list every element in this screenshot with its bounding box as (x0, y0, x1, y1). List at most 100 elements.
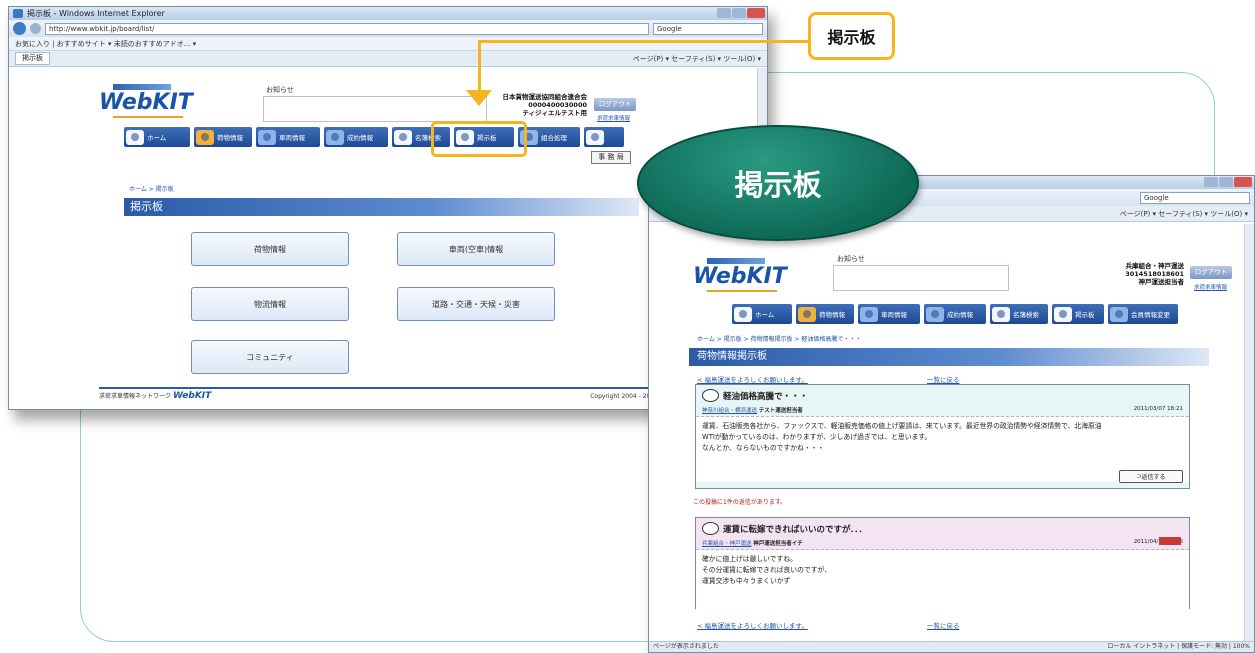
nav-directory[interactable]: 名簿検索 (990, 304, 1048, 324)
minimize-button[interactable] (717, 8, 731, 18)
forward-icon[interactable] (30, 23, 41, 34)
home-icon (126, 129, 144, 145)
reply-body: 確かに値上げは厳しいですね。 その分運賃に転嫁できれば良いのですが、 運賃交渉も… (696, 550, 1189, 610)
post-card: 軽油価格高騰で・・・ 神奈川組合・横浜運送 テスト運送担当者 2011/03/0… (695, 384, 1190, 489)
breadcrumb[interactable]: ホーム > 掲示板 (129, 184, 174, 193)
back-icon[interactable] (13, 22, 26, 35)
reply-card: 運賃に転嫁できればいいのですが．．． 兵庫組合・神戸運送 神戸運送担当者イチ 2… (695, 517, 1190, 610)
office-button[interactable]: 事 務 局 (591, 151, 631, 164)
section-title: 掲示板 (124, 198, 639, 216)
footer-logo: WebKIT (172, 391, 212, 401)
status-text: ページが表示されました (653, 643, 719, 650)
nav-vehicle[interactable]: 車両情報 (858, 304, 920, 324)
main-nav: ホーム 荷物情報 車両情報 成約情報 名簿検索 掲示板 会員情報変更 (732, 304, 1178, 324)
contract-icon (326, 129, 344, 145)
notice-label: お知らせ (266, 86, 294, 94)
window-title: 掲示板 - Windows Internet Explorer (27, 9, 165, 18)
callout-connector (478, 40, 810, 43)
search-input[interactable]: Google (1140, 191, 1250, 204)
section-title: 荷物情報掲示板 (689, 348, 1209, 366)
tab-row: 掲示板 ページ(P) ▾ セーフティ(S) ▾ ツール(O) ▾ (9, 51, 767, 67)
post-meta: 神奈川組合・横浜運送 テスト運送担当者 2011/03/07 18:21 (696, 406, 1189, 417)
nav-vehicle[interactable]: 車両情報 (256, 127, 320, 147)
company-info: 兵庫組合・神戸運送 3014518018601 神戸運送担当者 (1125, 262, 1184, 286)
cargo-icon (196, 129, 214, 145)
post-body: 運賃、石油販売各社から、ファックスで、軽油販売価格の値上げ要請は、来ています。最… (696, 417, 1189, 482)
nav-bulletin[interactable]: 掲示板 (1052, 304, 1104, 324)
scrollbar[interactable] (1244, 224, 1254, 641)
back-to-list-link-bottom[interactable]: 一覧に戻る (927, 620, 960, 630)
contract-icon (926, 306, 944, 322)
address-bar: http://www.wbkit.jp/board/list/ Google (9, 20, 767, 37)
prev-post-link[interactable]: < 福島運送をよろしくお願いします。 (697, 374, 808, 384)
zone-text: ローカル イントラネット | 保護モード: 無効 | 100% (1107, 643, 1250, 650)
search-icon (394, 129, 412, 145)
minimize-button[interactable] (1204, 177, 1218, 187)
window-controls (717, 8, 765, 18)
url-input[interactable]: http://www.wbkit.jp/board/list/ (45, 22, 649, 35)
reply-button[interactable]: ⊃ 返信する (1119, 470, 1183, 483)
browser-window-thread: Google ページ(P) ▾ セーフティ(S) ▾ ツール(O) ▾ WebK… (648, 175, 1255, 653)
nav-more[interactable] (584, 127, 624, 147)
notice-box (263, 96, 487, 122)
post-date: 2011/03/07 18:21 (1133, 406, 1183, 412)
ie-icon (13, 9, 23, 18)
truck-icon (258, 129, 276, 145)
reply-notice: この投稿に1件の返信があります。 (693, 499, 787, 506)
webkit-logo: WebKIT (693, 258, 787, 292)
nav-contract[interactable]: 成約情報 (924, 304, 986, 324)
edit-icon (586, 129, 604, 145)
window-titlebar: 掲示板 - Windows Internet Explorer (9, 7, 767, 20)
nav-union[interactable]: 組合処理 (518, 127, 580, 147)
breadcrumb[interactable]: ホーム > 掲示板 > 荷物情報掲示板 > 軽油価格高騰で・・・ (697, 334, 861, 343)
back-to-list-link[interactable]: 一覧に戻る (927, 374, 960, 384)
logout-button[interactable]: ログアウト (594, 98, 636, 111)
home-icon (734, 306, 752, 322)
category-community[interactable]: コミュニティ (191, 340, 349, 374)
category-logistics[interactable]: 物流情報 (191, 287, 349, 321)
category-vehicle[interactable]: 車両(空車)情報 (397, 232, 555, 266)
info-link[interactable]: 求荷求車情報 (597, 114, 630, 122)
nav-contract[interactable]: 成約情報 (324, 127, 388, 147)
reply-bubble-icon (702, 522, 719, 535)
edit-icon (1110, 306, 1128, 322)
status-bar: ページが表示されました ローカル イントラネット | 保護モード: 無効 | 1… (649, 641, 1254, 652)
nav-cargo[interactable]: 荷物情報 (194, 127, 252, 147)
maximize-button[interactable] (732, 8, 746, 18)
reply-title: 運賃に転嫁できればいいのですが．．． (696, 518, 1189, 539)
tab-bulletin[interactable]: 掲示板 (15, 52, 50, 65)
callout-label: 掲示板 (808, 12, 895, 60)
arrow-down-icon (466, 90, 492, 106)
main-nav: ホーム 荷物情報 車両情報 成約情報 名簿検索 掲示板 組合処理 (124, 127, 624, 147)
prev-post-link-bottom[interactable]: < 福島運送をよろしくお願いします。 (697, 620, 808, 630)
nav-cargo[interactable]: 荷物情報 (796, 304, 854, 324)
close-button[interactable] (1234, 177, 1252, 187)
company-info: 日本貨物運送協同組合連合会 0000400030000 ティジィエルテスト用 (502, 93, 588, 117)
author-link[interactable]: 兵庫組合・神戸運送 (702, 541, 752, 547)
logout-button[interactable]: ログアウト (1190, 266, 1232, 279)
window-controls (1204, 177, 1252, 187)
reply-meta: 兵庫組合・神戸運送 神戸運送担当者イチ 2011/04/12 13:06 (696, 539, 1189, 550)
command-bar[interactable]: ページ(P) ▾ セーフティ(S) ▾ ツール(O) ▾ (633, 54, 761, 64)
callout-connector-vertical (478, 40, 481, 92)
bulletin-icon (1054, 306, 1072, 322)
category-road-traffic[interactable]: 道路・交通・天候・災害 (397, 287, 555, 321)
bulletin-badge: 掲示板 (637, 125, 919, 241)
command-bar[interactable]: ページ(P) ▾ セーフティ(S) ▾ ツール(O) ▾ (1120, 209, 1248, 219)
notice-box (833, 265, 1009, 291)
close-button[interactable] (747, 8, 765, 18)
search-icon (992, 306, 1010, 322)
notice-label: お知らせ (837, 255, 865, 263)
nav-home[interactable]: ホーム (732, 304, 792, 324)
nav-home[interactable]: ホーム (124, 127, 190, 147)
delete-button[interactable] (1159, 537, 1181, 545)
info-link[interactable]: 求荷求車情報 (1194, 283, 1227, 291)
category-cargo[interactable]: 荷物情報 (191, 232, 349, 266)
author-link[interactable]: 神奈川組合・横浜運送 (702, 408, 757, 414)
maximize-button[interactable] (1219, 177, 1233, 187)
nav-member[interactable]: 会員情報変更 (1108, 304, 1178, 324)
search-input[interactable]: Google (653, 22, 763, 35)
highlight-bulletin-button (431, 121, 527, 157)
webkit-logo: WebKIT (99, 84, 193, 118)
page-footer: 求荷求車情報ネットワーク WebKIT Copyright 2004 - 201… (99, 387, 741, 403)
